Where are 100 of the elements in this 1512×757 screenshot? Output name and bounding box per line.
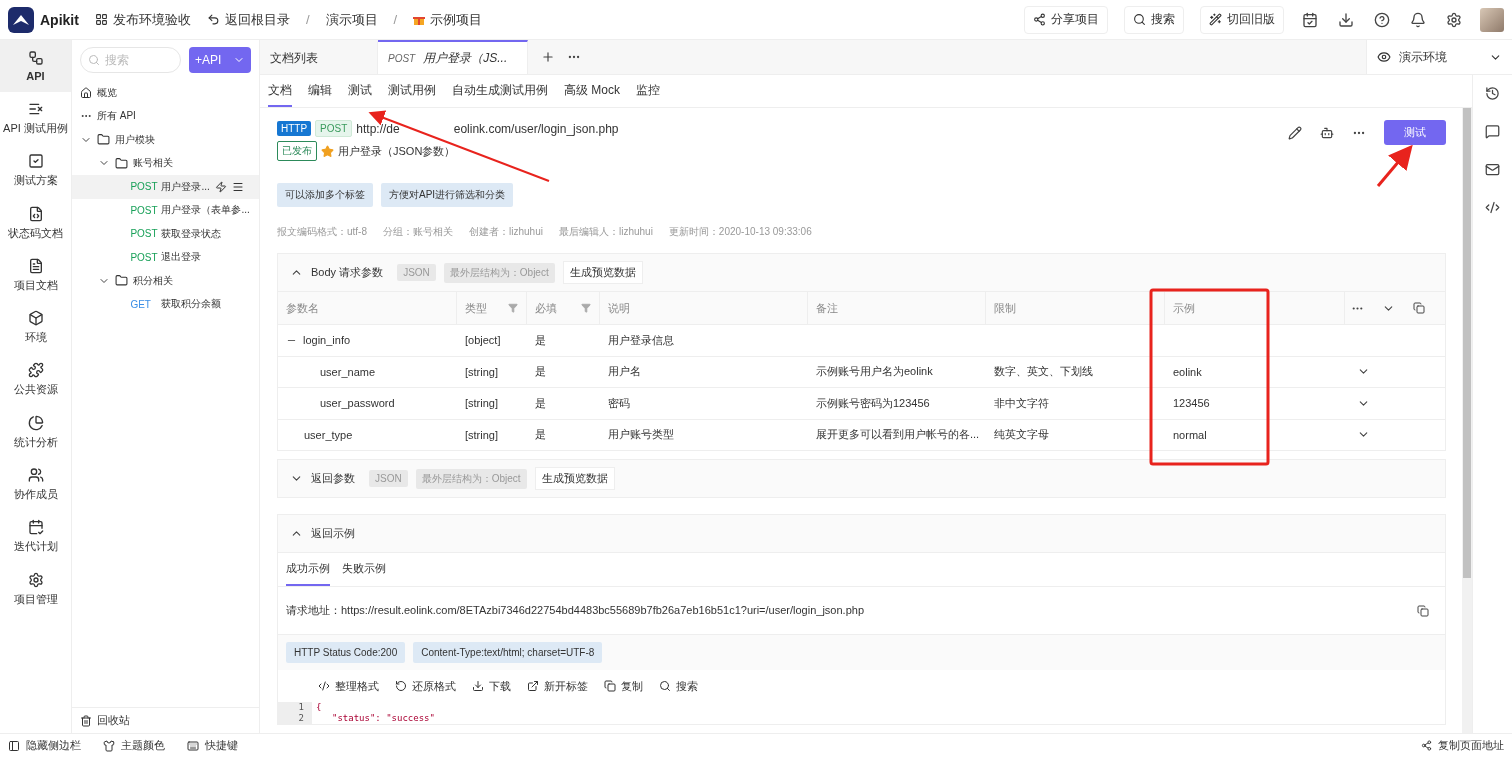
code-tool-button[interactable]: 下载	[472, 678, 511, 694]
document-tab[interactable]: POST 用户登录（JS...	[378, 40, 528, 74]
nav-item[interactable]: API	[0, 40, 71, 93]
status-bar-button[interactable]: 主题颜色	[103, 738, 165, 753]
method-label: POST	[130, 204, 157, 216]
copy-icon[interactable]	[1417, 604, 1429, 617]
example-tab[interactable]: 失败示例	[342, 553, 386, 586]
method-badge: POST	[315, 120, 353, 137]
folder-icon	[115, 274, 128, 288]
lightning-icon[interactable]	[214, 180, 227, 193]
folder-name[interactable]: 用户模块	[115, 132, 155, 147]
meta-info: 更新时间：2020-10-13 09:33:06	[668, 225, 812, 239]
folder-name[interactable]: 账号相关	[133, 156, 173, 171]
breadcrumb-separator: /	[305, 12, 310, 27]
param-name: login_info	[303, 334, 351, 347]
column-header: 限制	[994, 300, 1016, 316]
param-required: 是	[535, 427, 546, 443]
workspace-switcher[interactable]: 发布环境验收	[94, 10, 191, 29]
sub-tab[interactable]: 监控	[636, 75, 660, 107]
nav-item[interactable]: 公共资源	[0, 353, 71, 407]
column-header: 参数名	[286, 300, 319, 316]
sub-tab[interactable]: 编辑	[308, 75, 332, 107]
tree-item[interactable]: 概览	[97, 85, 117, 100]
document-icon	[27, 257, 44, 274]
pie-chart-icon	[27, 414, 44, 431]
format-tag: JSON	[369, 470, 408, 487]
param-description: 用户账号类型	[608, 427, 674, 443]
nav-item[interactable]: 项目文档	[0, 249, 71, 302]
copy-icon	[604, 680, 616, 692]
preview-button[interactable]: 生成预览数据	[534, 467, 615, 490]
avatar[interactable]	[1480, 7, 1504, 32]
section-title: Body 请求参数	[311, 265, 384, 280]
code-tool-button[interactable]: 复制	[604, 678, 643, 694]
environment-select[interactable]: 演示环境	[1366, 40, 1512, 74]
tag: 可以添加多个标签	[277, 183, 373, 207]
param-required: 是	[535, 395, 546, 411]
param-required: 是	[535, 332, 546, 348]
menu-icon[interactable]	[231, 180, 244, 193]
api-name: 用户登录...	[161, 179, 210, 194]
nav-item[interactable]: 迭代计划	[0, 510, 71, 563]
folder-name[interactable]: 积分相关	[133, 273, 173, 288]
breadcrumb-link[interactable]: 演示项目	[325, 10, 378, 29]
code-tool-button[interactable]: 搜索	[659, 678, 698, 694]
param-type: [string]	[465, 397, 498, 410]
sub-tab[interactable]: 测试	[348, 75, 372, 107]
sub-tab[interactable]: 测试用例	[388, 75, 436, 107]
search-icon	[88, 54, 100, 66]
sub-tab[interactable]: 自动生成测试用例	[452, 75, 548, 107]
scrollbar-thumb[interactable]	[1463, 108, 1471, 578]
share-icon	[1033, 13, 1046, 26]
toolbar-button[interactable]: 分享项目	[1024, 5, 1108, 34]
star-icon[interactable]	[321, 144, 334, 158]
meta-info: 分组：账号相关	[383, 225, 453, 239]
sub-tab[interactable]: 高级 Mock	[564, 75, 620, 107]
api-tree-item[interactable]: POST 用户登录（表单参...	[72, 198, 259, 222]
code-tool-button[interactable]: 新开标签	[527, 678, 588, 694]
toolbar-button[interactable]: 切回旧版	[1200, 5, 1284, 34]
param-description: 用户登录信息	[608, 332, 674, 348]
external-link-icon	[527, 680, 539, 692]
back-link[interactable]: 返回根目录	[206, 10, 290, 29]
toolbar-button[interactable]: 搜索	[1124, 5, 1184, 34]
tree-item[interactable]: 所有 API	[97, 109, 136, 124]
param-note: 示例账号密码为123456	[816, 395, 930, 411]
test-button[interactable]: 测试	[1384, 120, 1446, 145]
structure-tag: 最外层结构为：Object	[443, 262, 555, 283]
nav-item[interactable]: API 测试用例	[0, 92, 71, 145]
sub-tab[interactable]: 文档	[268, 75, 292, 107]
api-tree-item[interactable]: POST 退出登录	[72, 245, 259, 269]
api-tree-item[interactable]: POST 用户登录...	[72, 175, 259, 199]
nav-item[interactable]: 状态码文档	[0, 196, 71, 250]
nav-item[interactable]: 环境	[0, 301, 71, 354]
method-label: POST	[130, 228, 157, 240]
nav-item[interactable]: 协作成员	[0, 458, 71, 511]
breadcrumb-link[interactable]: 示例项目	[413, 10, 483, 29]
param-name: user_type	[304, 428, 353, 441]
copy-link-button[interactable]: 复制页面地址	[1421, 738, 1504, 753]
param-note: 展开更多可以看到用户帐号的各...	[816, 427, 980, 443]
nav-item[interactable]: 项目管理	[0, 562, 71, 616]
search-field[interactable]: 搜索	[80, 47, 181, 73]
preview-button[interactable]: 生成预览数据	[562, 261, 643, 284]
method-label: POST	[130, 251, 157, 263]
home-icon	[80, 86, 92, 99]
copy-icon[interactable]	[1413, 302, 1425, 314]
nav-item[interactable]: 统计分析	[0, 406, 71, 459]
api-icon	[27, 50, 44, 67]
status-bar-button[interactable]: 隐藏侧边栏	[8, 738, 81, 753]
code-line: "status": "success"	[331, 713, 435, 724]
code-tool-button[interactable]: 整理格式	[318, 678, 379, 694]
api-tree-item[interactable]: POST 获取登录状态	[72, 222, 259, 246]
keyboard-icon	[187, 739, 199, 752]
method-label: GET	[130, 298, 152, 310]
example-tab[interactable]: 成功示例	[286, 553, 330, 586]
status-bar-button[interactable]: 快捷键	[187, 738, 238, 753]
param-example: normal	[1173, 428, 1207, 441]
nav-item[interactable]: 测试方案	[0, 144, 71, 197]
recycle-bin-link[interactable]: 回收站	[97, 713, 130, 728]
download-icon	[472, 680, 484, 692]
api-tree-item[interactable]: GET 获取积分余额	[72, 292, 259, 316]
add-api-button[interactable]: +API	[189, 47, 251, 73]
code-tool-button[interactable]: 还原格式	[395, 678, 456, 694]
